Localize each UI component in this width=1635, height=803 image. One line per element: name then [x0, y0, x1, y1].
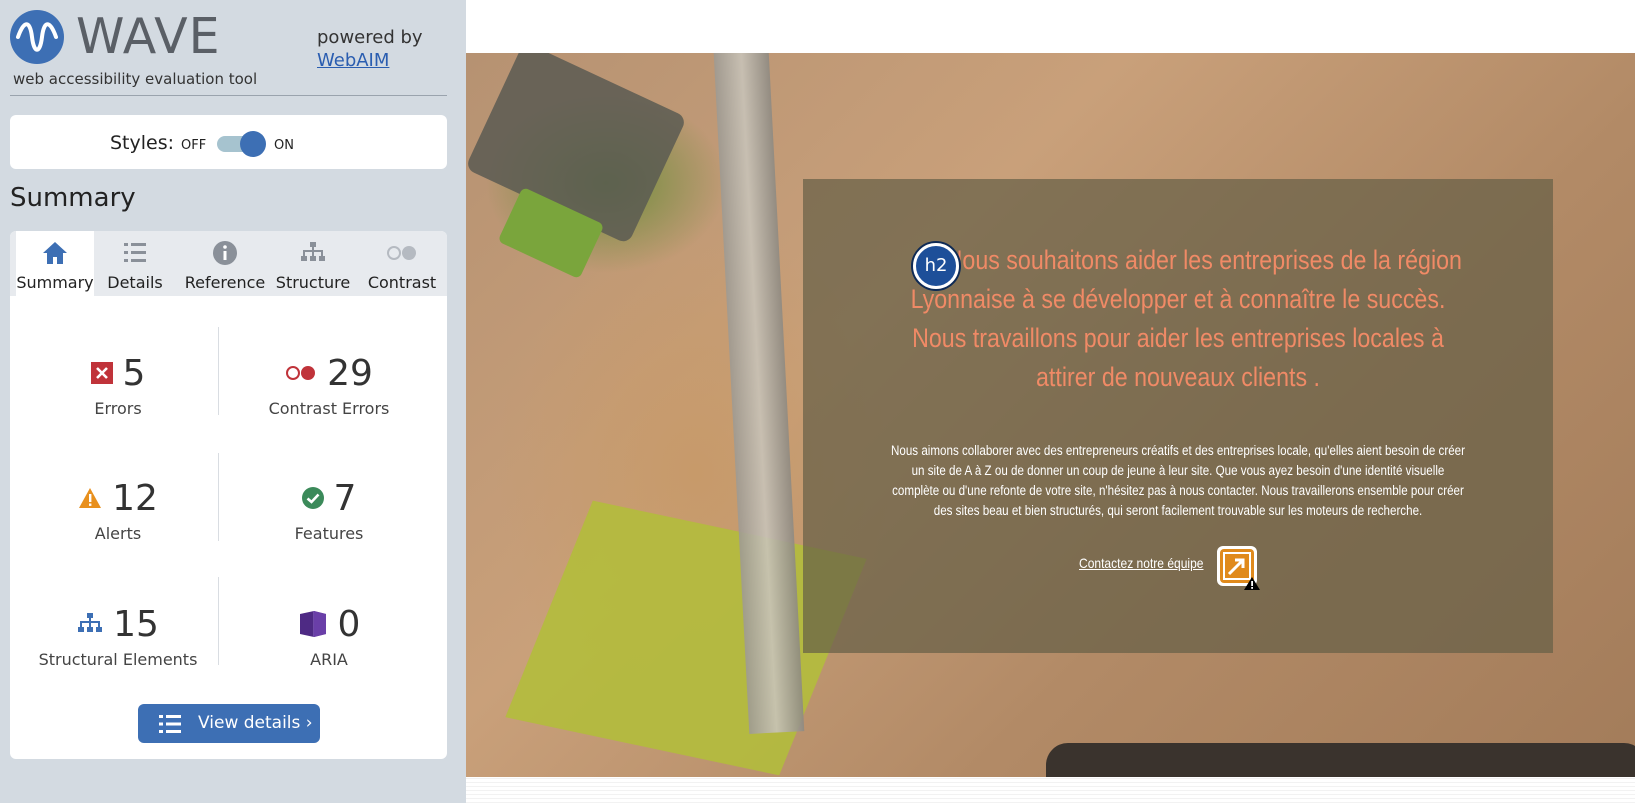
structural-label: Structural Elements — [38, 650, 198, 669]
list-icon — [124, 243, 146, 262]
page-bottom-strip — [466, 777, 1635, 803]
contrast-errors-count: 29 — [327, 352, 373, 394]
webaim-link[interactable]: WebAIM — [317, 50, 389, 71]
stat-alerts[interactable]: 12 Alerts — [13, 476, 223, 576]
hierarchy-icon — [301, 242, 325, 261]
wave-logo-text: WAVE — [76, 8, 221, 65]
tab-contrast[interactable]: Contrast — [362, 231, 442, 296]
tab-label: Contrast — [367, 273, 437, 292]
features-label: Features — [294, 524, 364, 543]
home-icon — [43, 242, 67, 264]
contrast-errors-label: Contrast Errors — [268, 399, 390, 418]
alerts-label: Alerts — [94, 524, 142, 543]
list-icon — [159, 715, 181, 733]
hero-heading: Nous souhaitons aider les entreprises de… — [890, 241, 1466, 397]
stat-contrast-errors[interactable]: 29 Contrast Errors — [224, 351, 434, 451]
wave-sidebar: WAVE web accessibility evaluation tool p… — [0, 0, 466, 803]
contrast-icon — [387, 246, 416, 260]
styles-toggle-panel: Styles: OFF ON — [10, 115, 447, 169]
evaluated-page: Nous souhaitons aider les entreprises de… — [466, 0, 1635, 803]
hero-text-overlay: Nous souhaitons aider les entreprises de… — [803, 179, 1553, 653]
hero-heading-rest: Lyonnaise à se développer et à connaître… — [910, 284, 1446, 392]
aria-icon — [299, 611, 326, 637]
redundant-link-alert-icon[interactable] — [1214, 543, 1262, 591]
info-icon — [213, 241, 237, 265]
tab-label: Details — [107, 273, 163, 292]
tab-summary[interactable]: Summary — [16, 231, 94, 296]
tab-label: Summary — [16, 273, 94, 292]
tab-bar: Summary Details Reference Structure Cont… — [10, 231, 447, 296]
divider — [10, 95, 447, 96]
alerts-count: 12 — [112, 477, 158, 519]
alert-icon — [79, 488, 102, 508]
summary-heading: Summary — [10, 183, 136, 213]
styles-toggle-knob[interactable] — [240, 131, 266, 157]
tab-label: Reference — [184, 273, 266, 292]
hero-image-device — [1046, 743, 1635, 777]
wave-h2-badge[interactable]: h2 — [913, 243, 959, 289]
tab-structure[interactable]: Structure — [270, 231, 356, 296]
tab-reference[interactable]: Reference — [180, 231, 270, 296]
contrast-error-icon — [286, 366, 316, 380]
wave-logo-icon — [10, 10, 64, 64]
structure-icon — [78, 613, 103, 632]
powered-by-label: powered by — [317, 27, 423, 48]
hero-body-text: Nous aimons collaborer avec des entrepre… — [890, 443, 1465, 518]
tab-details[interactable]: Details — [96, 231, 174, 296]
summary-panel: Summary Details Reference Structure Cont… — [10, 231, 447, 759]
view-details-button[interactable]: View details › — [138, 704, 320, 743]
wave-tagline: web accessibility evaluation tool — [13, 70, 258, 88]
styles-off-label: OFF — [181, 138, 207, 153]
hero-section: Nous souhaitons aider les entreprises de… — [466, 53, 1635, 777]
aria-count: 0 — [337, 603, 361, 645]
stat-aria[interactable]: 0 ARIA — [224, 602, 434, 702]
styles-label: Styles: — [110, 132, 175, 154]
tab-label: Structure — [275, 273, 351, 292]
stat-features[interactable]: 7 Features — [224, 476, 434, 576]
hero-heading-line1: Nous souhaitons aider les entreprises de… — [945, 245, 1462, 275]
view-details-label: View details › — [198, 713, 313, 733]
features-count: 7 — [333, 477, 357, 519]
error-icon — [90, 362, 113, 384]
stat-errors[interactable]: 5 Errors — [13, 351, 223, 451]
structural-count: 15 — [113, 603, 159, 645]
errors-label: Errors — [94, 399, 142, 418]
errors-count: 5 — [122, 352, 146, 394]
feature-check-icon — [301, 487, 324, 509]
aria-label: ARIA — [310, 650, 348, 669]
contact-link[interactable]: Contactez notre équipe — [1079, 555, 1203, 571]
stat-structural[interactable]: 15 Structural Elements — [13, 602, 223, 702]
styles-on-label: ON — [274, 138, 294, 153]
